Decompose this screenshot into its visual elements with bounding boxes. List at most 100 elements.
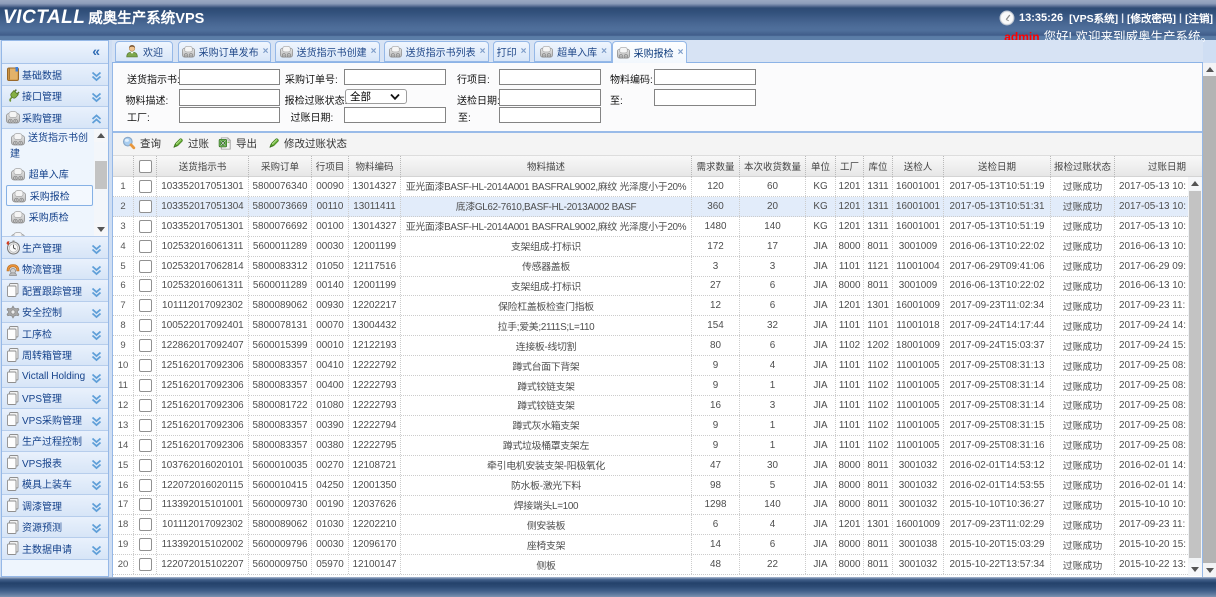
grid-row-11[interactable]: 1112516201709230658000833570040012222793…	[113, 376, 1188, 396]
filter-input-工厂[interactable]	[179, 107, 280, 124]
grid-row-6[interactable]: 610253201606131156000112890014012001199支…	[113, 277, 1188, 297]
page-scroll-up-icon[interactable]	[1203, 63, 1216, 76]
chevron-double-up-icon[interactable]	[91, 114, 102, 125]
collapse-sidebar-icon[interactable]: «	[92, 44, 100, 58]
row-checkbox[interactable]	[139, 220, 152, 233]
grid-column-header-库位[interactable]: 库位	[864, 156, 893, 178]
chevron-double-down-icon[interactable]	[91, 330, 102, 341]
chevron-double-down-icon[interactable]	[91, 92, 102, 103]
filter-select-报检过账状态[interactable]: 全部	[345, 89, 407, 105]
row-checkbox[interactable]	[139, 279, 152, 292]
sidebar-item-物流管理[interactable]: 物流管理	[2, 259, 108, 281]
filter-input-行项目[interactable]	[499, 69, 601, 86]
chevron-double-down-icon[interactable]	[91, 523, 102, 534]
grid-row-18[interactable]: 1810111201709230258000890620103012202210…	[113, 515, 1188, 535]
row-checkbox[interactable]	[139, 518, 152, 531]
tab-close-icon[interactable]: ×	[678, 48, 684, 57]
grid-row-2[interactable]: 210335201705130458000736690011013011411底…	[113, 197, 1188, 217]
row-checkbox[interactable]	[139, 299, 152, 312]
chevron-double-down-icon[interactable]	[91, 480, 102, 491]
toolbar-button-导出[interactable]: 导出	[218, 136, 257, 151]
grid-row-5[interactable]: 510253201706281458000833120105012117516传…	[113, 257, 1188, 277]
row-checkbox[interactable]	[139, 240, 152, 253]
grid-column-header-工厂[interactable]: 工厂	[836, 156, 864, 178]
grid-row-12[interactable]: 1212516201709230658000817220108012222793…	[113, 396, 1188, 416]
grid-row-17[interactable]: 1711339201510100156000097300019012037626…	[113, 496, 1188, 516]
submenu-scroll-down-icon[interactable]	[94, 223, 108, 236]
grid-row-7[interactable]: 710111201709230258000890620093012202217保…	[113, 296, 1188, 316]
filter-input-送检日期[interactable]	[499, 89, 601, 106]
sidebar-item-工序检[interactable]: 工序检	[2, 323, 108, 345]
tab-打印[interactable]: 打印×	[493, 41, 530, 62]
grid-row-3[interactable]: 310335201705130158000766920010013014327亚…	[113, 217, 1188, 237]
sidebar-item-VPS管理[interactable]: VPS管理	[2, 388, 108, 410]
sidebar-item-模具上装车[interactable]: 模具上装车	[2, 474, 108, 496]
chevron-double-down-icon[interactable]	[91, 416, 102, 427]
page-vertical-scrollbar[interactable]	[1203, 63, 1216, 577]
row-checkbox[interactable]	[139, 479, 152, 492]
filter-input-物料编码[interactable]	[654, 69, 756, 86]
grid-row-19[interactable]: 1911339201510200256000097960003012096170…	[113, 535, 1188, 555]
chevron-double-down-icon[interactable]	[91, 545, 102, 556]
submenu-item-采购质检[interactable]: 采购质检	[2, 206, 95, 228]
chevron-double-down-icon[interactable]	[91, 373, 102, 384]
select-all-checkbox[interactable]	[139, 160, 152, 173]
tab-close-icon[interactable]: ×	[601, 47, 607, 56]
tab-超单入库[interactable]: 超单入库×	[534, 41, 612, 62]
filter-input-送货指示书[interactable]	[179, 69, 280, 86]
grid-column-header-行项目[interactable]: 行项目	[312, 156, 349, 178]
sidebar-item-Victall Holding[interactable]: Victall Holding	[2, 366, 108, 388]
row-checkbox[interactable]	[139, 498, 152, 511]
grid-column-header-送货指示书[interactable]: 送货指示书	[157, 156, 249, 178]
filter-input-至[interactable]	[654, 89, 756, 106]
tab-close-icon[interactable]: ×	[263, 47, 269, 56]
submenu-item-送货指示书创建[interactable]: 送货指示书创建	[2, 129, 95, 163]
grid-row-14[interactable]: 1412516201709230658000833570038012222795…	[113, 436, 1188, 456]
tab-close-icon[interactable]: ×	[371, 47, 377, 56]
submenu-item-超单入库[interactable]: 超单入库	[2, 163, 95, 185]
vps-system-link[interactable]: [VPS系统]	[1069, 11, 1118, 26]
chevron-double-down-icon[interactable]	[91, 287, 102, 298]
chevron-double-down-icon[interactable]	[91, 459, 102, 470]
sidebar-item-基础数据[interactable]: 基础数据	[2, 64, 108, 86]
grid-row-4[interactable]: 410253201606131156000112890003012001199支…	[113, 237, 1188, 257]
submenu-scrollbar[interactable]	[94, 129, 108, 237]
chevron-double-down-icon[interactable]	[91, 394, 102, 405]
submenu-item-采购报检[interactable]: 采购报检	[6, 185, 93, 206]
sidebar-item-资源预测[interactable]: 资源预测	[2, 517, 108, 539]
sidebar-item-接口管理[interactable]: 接口管理	[2, 86, 108, 108]
grid-column-header-送检人[interactable]: 送检人	[893, 156, 944, 178]
sidebar-item-VPS报表[interactable]: VPS报表	[2, 452, 108, 474]
grid-scroll-up-icon[interactable]	[1188, 177, 1202, 190]
filter-input-过账日期[interactable]	[344, 107, 446, 124]
grid-row-9[interactable]: 912286201709240756000153990001012122193连…	[113, 336, 1188, 356]
sidebar-item-采购管理[interactable]: 采购管理	[2, 107, 108, 129]
chevron-double-down-icon[interactable]	[91, 265, 102, 276]
grid-row-13[interactable]: 1312516201709230658000833570039012222794…	[113, 416, 1188, 436]
grid-column-header-送检日期[interactable]: 送检日期	[944, 156, 1051, 178]
sidebar-item-生产管理[interactable]: 生产管理	[2, 237, 108, 259]
submenu-scroll-thumb[interactable]	[95, 161, 107, 189]
submenu-item-partial[interactable]	[2, 228, 95, 236]
sidebar-item-周转箱管理[interactable]: 周转箱管理	[2, 345, 108, 367]
grid-row-1[interactable]: 110335201705130158000763400009013014327亚…	[113, 177, 1188, 197]
chevron-double-down-icon[interactable]	[91, 308, 102, 319]
tab-采购报检[interactable]: 采购报检×	[612, 41, 687, 64]
grid-row-15[interactable]: 1510376201602010156000100350027012108721…	[113, 456, 1188, 476]
row-checkbox[interactable]	[139, 439, 152, 452]
row-checkbox[interactable]	[139, 180, 152, 193]
sidebar-item-VPS采购管理[interactable]: VPS采购管理	[2, 409, 108, 431]
filter-input-物料描述[interactable]	[179, 89, 280, 106]
tab-欢迎[interactable]: 欢迎	[115, 41, 173, 62]
chevron-double-down-icon[interactable]	[91, 437, 102, 448]
page-scroll-down-icon[interactable]	[1203, 564, 1216, 577]
grid-scroll-down-icon[interactable]	[1188, 563, 1202, 576]
grid-row-16[interactable]: 1612207201602011556000104150425012001350…	[113, 476, 1188, 496]
logout-link[interactable]: [注销]	[1185, 11, 1213, 26]
grid-scroll-thumb[interactable]	[1189, 191, 1201, 558]
grid-row-10[interactable]: 1012516201709230658000833570041012222792…	[113, 356, 1188, 376]
grid-column-header-采购订单[interactable]: 采购订单	[249, 156, 312, 178]
tab-close-icon[interactable]: ×	[521, 47, 527, 56]
row-checkbox[interactable]	[139, 260, 152, 273]
toolbar-button-修改过账状态[interactable]: 修改过账状态	[266, 136, 347, 151]
